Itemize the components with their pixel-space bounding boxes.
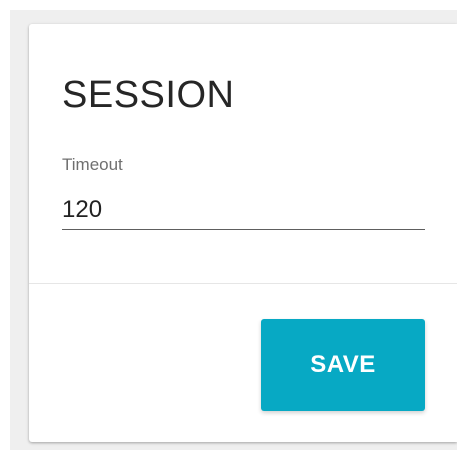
timeout-field: Timeout [62, 154, 425, 236]
timeout-input[interactable] [62, 190, 425, 230]
session-card: SESSION Timeout SAVE [29, 24, 457, 442]
timeout-label: Timeout [62, 155, 123, 174]
card-divider [29, 283, 457, 284]
card-title: SESSION [62, 74, 235, 116]
save-button[interactable]: SAVE [261, 319, 425, 411]
